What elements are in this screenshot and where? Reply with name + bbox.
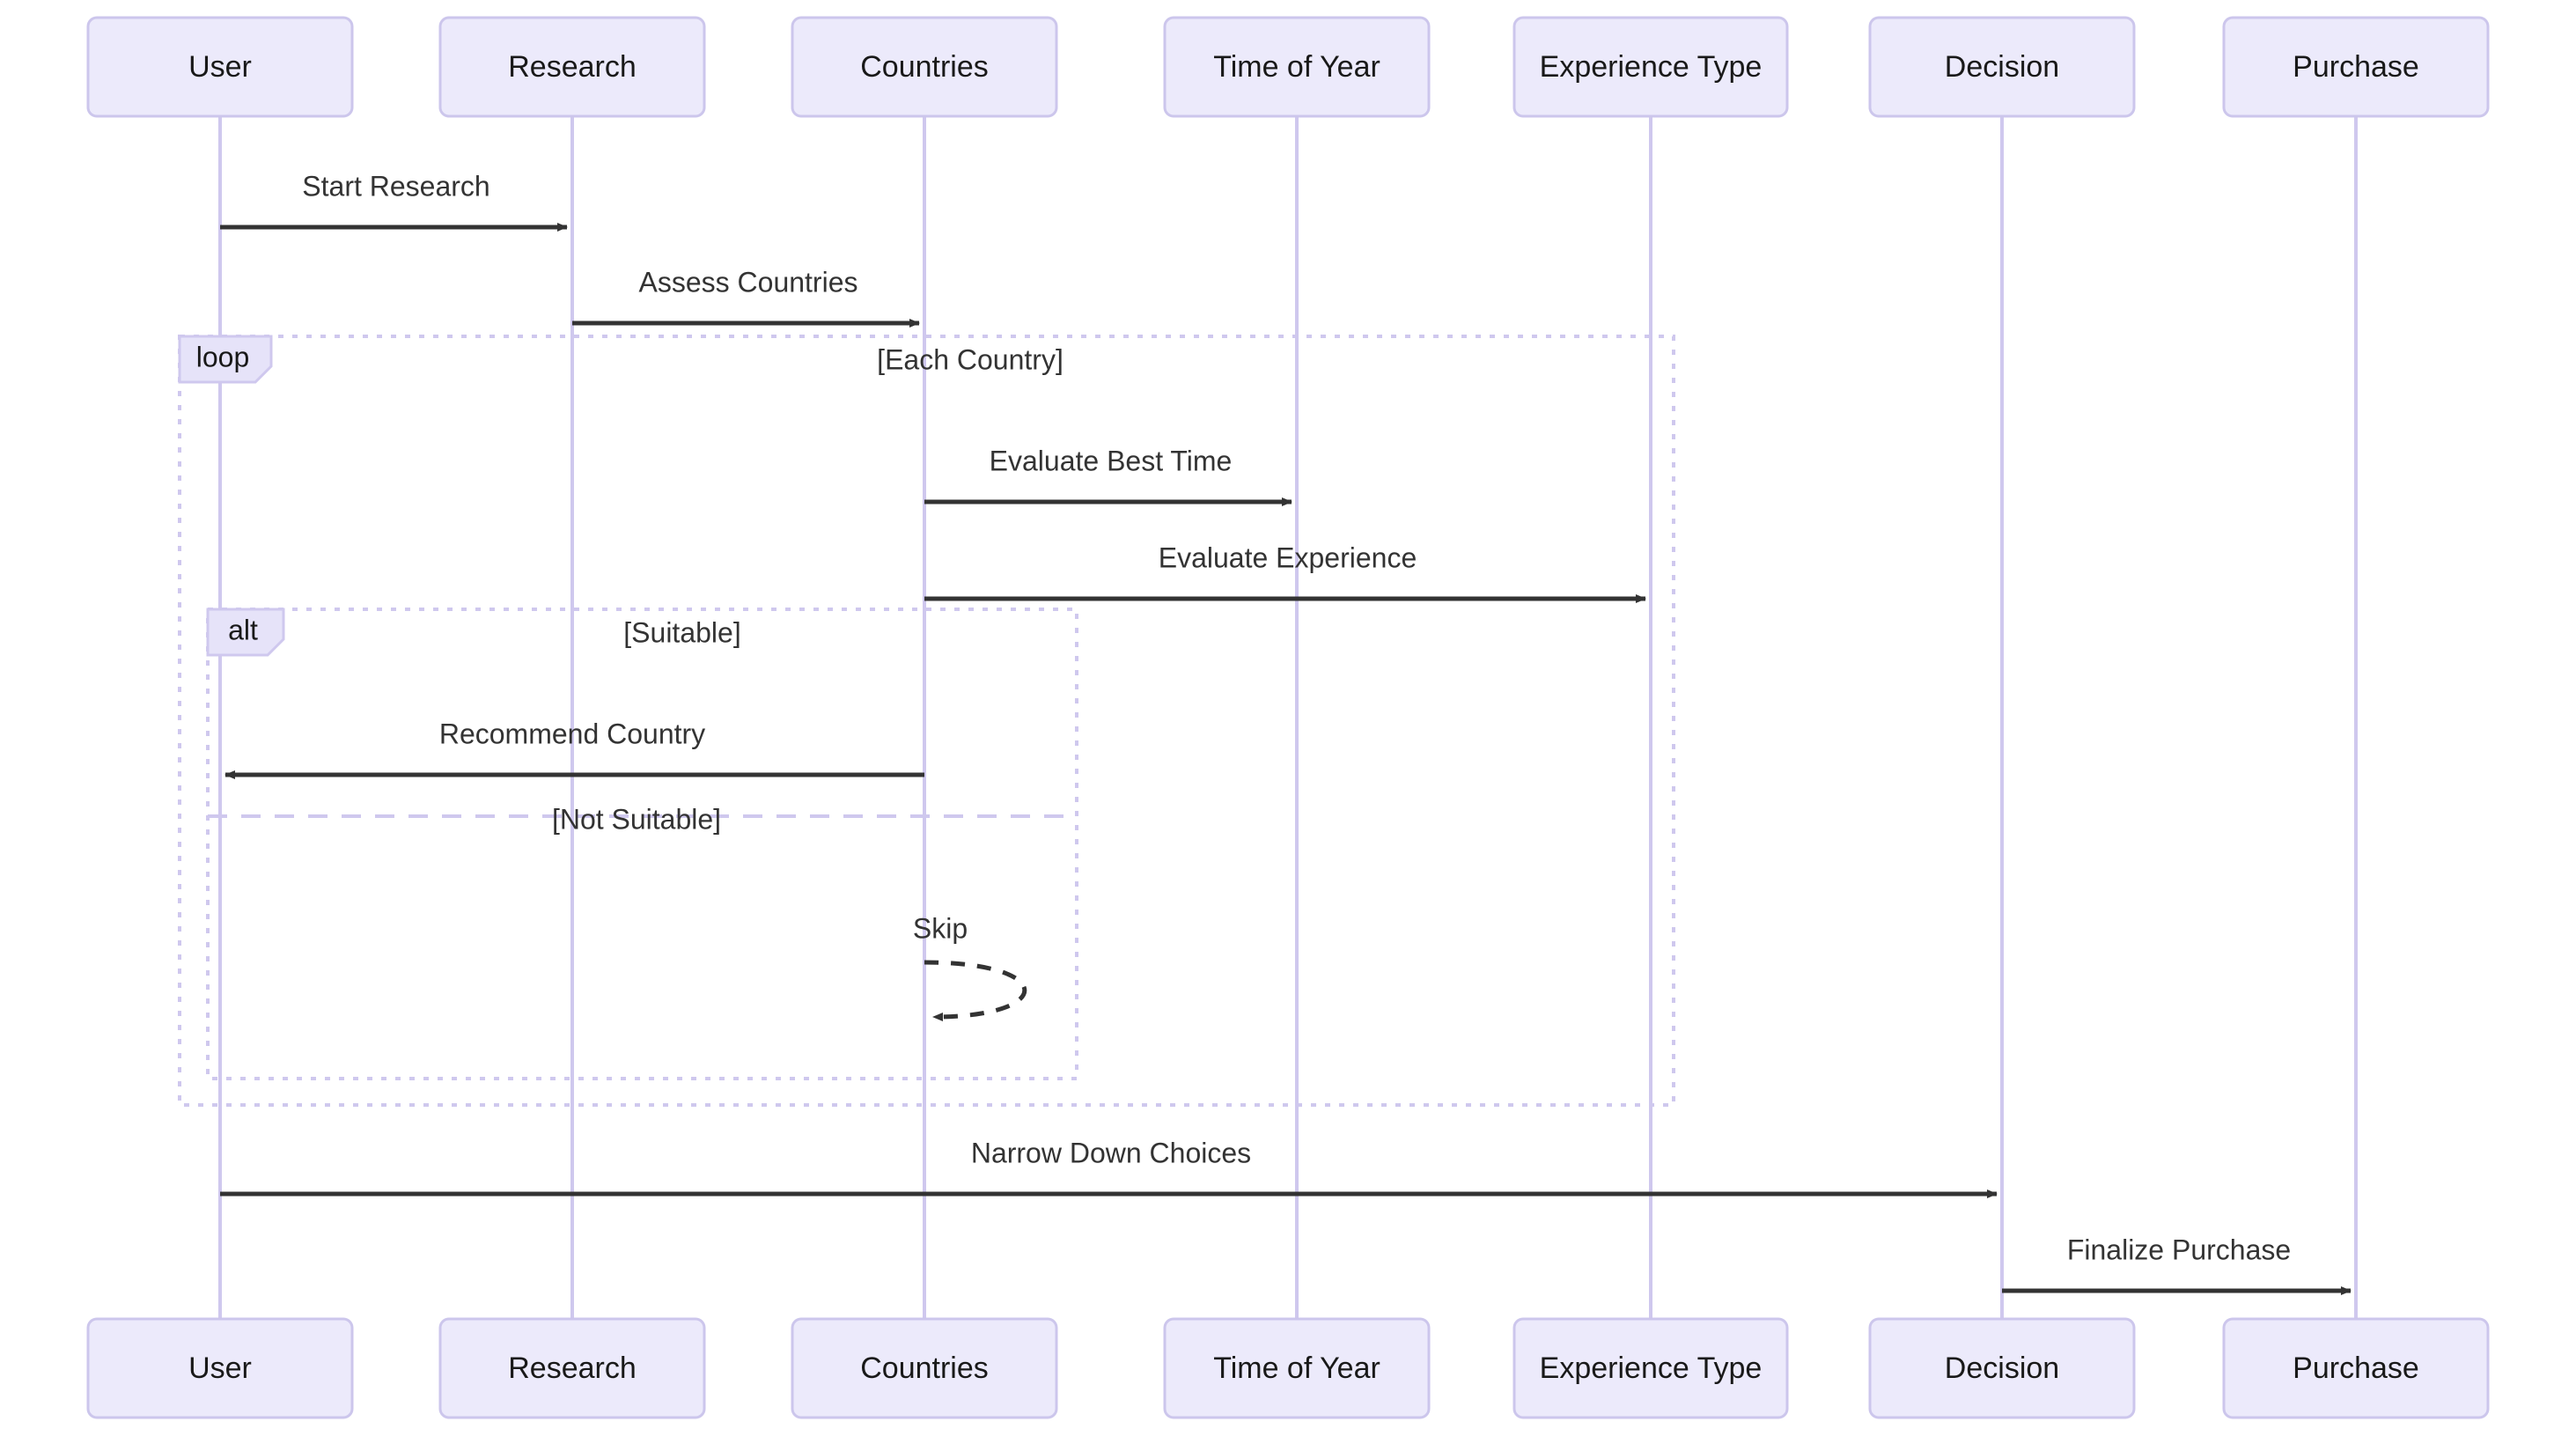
fragment-tags-group: loop alt: [178, 335, 285, 657]
participant-top-decision[interactable]: Decision: [1868, 16, 2136, 118]
fragment-tag-label-loop: loop: [196, 341, 250, 372]
participant-bottom-experience[interactable]: Experience Type: [1512, 1317, 1789, 1419]
participant-label-time: Time of Year: [1213, 50, 1380, 84]
participant-label-purchase: Purchase: [2293, 50, 2419, 84]
participant-top-time[interactable]: Time of Year: [1163, 16, 1431, 118]
message-label-m6: Skip: [913, 912, 968, 944]
participant-label-experience: Experience Type: [1540, 50, 1763, 84]
participant-label-user: User: [188, 1352, 252, 1385]
participant-top-research[interactable]: Research: [438, 16, 706, 118]
participant-label-research: Research: [508, 1352, 637, 1385]
sequence-diagram-canvas: [Each Country] [Suitable] [Not Suitable] S…: [0, 0, 2576, 1451]
participant-label-experience: Experience Type: [1540, 1352, 1763, 1385]
fragment-border-loop: [178, 335, 1675, 1107]
sequence-diagram-svg: [Each Country] [Suitable] [Not Suitable] S…: [86, 16, 2490, 1419]
participant-bottom-time[interactable]: Time of Year: [1163, 1317, 1431, 1419]
participant-bottom-user[interactable]: User: [86, 1317, 354, 1419]
participant-label-countries: Countries: [860, 1352, 989, 1385]
fragment-tag-label-alt: alt: [228, 614, 258, 645]
fragment-condition-loop: [Each Country]: [877, 343, 1064, 375]
fragment-border-alt: [206, 608, 1078, 1080]
participant-bottom-countries[interactable]: Countries: [791, 1317, 1058, 1419]
fragments-group: [Each Country] [Suitable] [Not Suitable]: [178, 335, 1675, 1107]
message-label-m7: Narrow Down Choices: [971, 1137, 1251, 1168]
participants-top-group: User Research Countries Time of Year Experie…: [86, 16, 2490, 118]
participants-bottom-group: User Research Countries Time of Year Experie…: [86, 1317, 2490, 1419]
participant-label-research: Research: [508, 50, 637, 84]
participant-top-purchase[interactable]: Purchase: [2222, 16, 2490, 118]
participant-top-countries[interactable]: Countries: [791, 16, 1058, 118]
fragment-condition-alt: [Suitable]: [623, 616, 740, 648]
participant-bottom-purchase[interactable]: Purchase: [2222, 1317, 2490, 1419]
participant-top-experience[interactable]: Experience Type: [1512, 16, 1789, 118]
participant-top-user[interactable]: User: [86, 16, 354, 118]
message-label-m8: Finalize Purchase: [2067, 1234, 2291, 1265]
messages-group: Start Research Assess Countries Evaluate B…: [220, 170, 2352, 1295]
participant-label-countries: Countries: [860, 50, 989, 84]
message-label-m5: Recommend Country: [439, 718, 705, 749]
self-message-line-m6: [924, 960, 1027, 1021]
participant-label-purchase: Purchase: [2293, 1352, 2419, 1385]
message-label-m3: Evaluate Best Time: [990, 445, 1233, 476]
message-label-m2: Assess Countries: [639, 266, 858, 298]
message-label-m4: Evaluate Experience: [1159, 541, 1417, 573]
participant-label-user: User: [188, 50, 252, 84]
participant-bottom-research[interactable]: Research: [438, 1317, 706, 1419]
participant-label-decision: Decision: [1945, 1352, 2059, 1385]
participant-label-decision: Decision: [1945, 50, 2059, 84]
fragment-divider-condition-alt: [Not Suitable]: [552, 803, 721, 835]
message-label-m1: Start Research: [302, 170, 489, 202]
participant-bottom-decision[interactable]: Decision: [1868, 1317, 2136, 1419]
participant-label-time: Time of Year: [1213, 1352, 1380, 1385]
